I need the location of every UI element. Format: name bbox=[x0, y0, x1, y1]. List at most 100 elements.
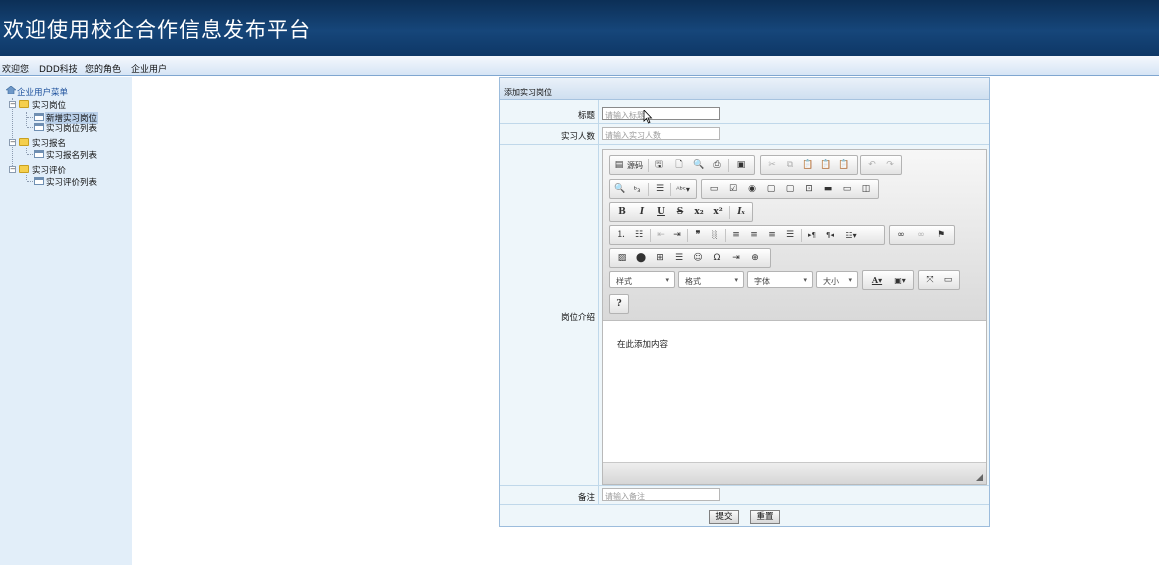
image-button-icon[interactable]: ▭ bbox=[840, 183, 854, 196]
align-left-icon[interactable]: ≡ bbox=[729, 229, 743, 242]
home-icon bbox=[6, 86, 16, 94]
justify-icon[interactable]: ☰ bbox=[783, 229, 797, 242]
anchor-icon[interactable]: ⚑ bbox=[934, 229, 948, 242]
rich-text-editor[interactable]: ▤ 源码 🖫 🗋 🔍 ⎙ ▣ ✂ ⧉ 📋 📋 📋 ↶ ↷ 🔍 ᵇ₃ ☰ ᴬᵇᶜ▾… bbox=[602, 149, 987, 485]
rtl-icon[interactable]: ¶◂ bbox=[823, 229, 837, 242]
remark-label: 备注 bbox=[577, 493, 595, 503]
select-icon[interactable]: ⊡ bbox=[802, 183, 816, 196]
maximize-icon[interactable]: ⤧ bbox=[923, 274, 937, 287]
format-select[interactable]: 格式 ▾ bbox=[678, 271, 744, 288]
templates-icon[interactable]: ▣ bbox=[734, 159, 748, 172]
outdent-icon[interactable]: ⇤ bbox=[654, 229, 668, 242]
find-icon[interactable]: 🔍 bbox=[614, 183, 626, 196]
bold-icon[interactable]: B bbox=[616, 206, 628, 219]
checkbox-icon[interactable]: ☑ bbox=[726, 183, 740, 196]
size-select[interactable]: 大小 ▾ bbox=[816, 271, 858, 288]
smiley-icon[interactable]: ☺ bbox=[691, 252, 705, 265]
remove-format-icon[interactable]: Iₓ bbox=[734, 206, 748, 219]
panel-title: 添加实习岗位 bbox=[504, 88, 552, 97]
button-icon[interactable]: ▬ bbox=[821, 183, 835, 196]
align-right-icon[interactable]: ≡ bbox=[765, 229, 779, 242]
page-break-icon[interactable]: ⇥ bbox=[729, 252, 743, 265]
print-icon[interactable]: ⎙ bbox=[710, 159, 724, 172]
paste-text-icon[interactable]: 📋 bbox=[819, 159, 833, 172]
chevron-down-icon: ▾ bbox=[734, 276, 738, 284]
div-icon[interactable]: ░ bbox=[708, 229, 722, 242]
unlink-icon[interactable]: ∞ bbox=[914, 229, 928, 242]
welcome-text: 欢迎您 bbox=[2, 65, 30, 75]
language-icon[interactable]: ☳▾ bbox=[841, 229, 861, 242]
spellcheck-icon[interactable]: ᴬᵇᶜ▾ bbox=[674, 183, 692, 196]
remark-input[interactable]: 请输入备注 bbox=[602, 488, 720, 501]
editor-toolbar: ▤ 源码 🖫 🗋 🔍 ⎙ ▣ ✂ ⧉ 📋 📋 📋 ↶ ↷ 🔍 ᵇ₃ ☰ ᴬᵇᶜ▾… bbox=[603, 150, 986, 321]
role-value: 企业用户 bbox=[131, 65, 168, 75]
table-icon[interactable]: ⊞ bbox=[653, 252, 667, 265]
select-all-icon[interactable]: ☰ bbox=[654, 183, 666, 196]
source-icon[interactable]: ▤ bbox=[614, 159, 624, 172]
sidebar-item-position-list[interactable]: 实习岗位列表 bbox=[46, 122, 97, 134]
form-icon[interactable]: ▭ bbox=[707, 183, 721, 196]
help-button[interactable]: ? bbox=[613, 298, 625, 311]
textfield-icon[interactable]: ▢ bbox=[764, 183, 778, 196]
toolbar-group-about: ? bbox=[609, 294, 629, 314]
align-center-icon[interactable]: ≡ bbox=[747, 229, 761, 242]
resize-handle-icon[interactable] bbox=[976, 474, 983, 481]
indent-icon[interactable]: ⇥ bbox=[670, 229, 684, 242]
editor-content[interactable]: 在此添加内容 bbox=[617, 338, 668, 350]
sidebar-group-internship-signup[interactable]: 实习报名 bbox=[32, 137, 66, 149]
collapse-icon[interactable]: − bbox=[9, 101, 16, 108]
user-name: DDD科技 bbox=[39, 65, 78, 75]
headcount-label: 实习人数 bbox=[560, 132, 595, 142]
copy-icon[interactable]: ⧉ bbox=[783, 159, 797, 172]
underline-icon[interactable]: U bbox=[655, 206, 667, 219]
link-icon[interactable]: ∞ bbox=[894, 229, 908, 242]
sidebar-group-internship-position[interactable]: 实习岗位 bbox=[32, 99, 66, 111]
radio-icon[interactable]: ◉ bbox=[745, 183, 759, 196]
flash-icon[interactable]: ⬤ bbox=[634, 252, 648, 265]
subscript-icon[interactable]: x₂ bbox=[692, 206, 706, 219]
sidebar-group-internship-evaluation[interactable]: 实习评价 bbox=[32, 164, 66, 176]
textarea-icon[interactable]: ▢ bbox=[783, 183, 797, 196]
cut-icon[interactable]: ✂ bbox=[765, 159, 779, 172]
show-blocks-icon[interactable]: ▭ bbox=[941, 274, 955, 287]
hidden-field-icon[interactable]: ◫ bbox=[859, 183, 873, 196]
horizontal-rule-icon[interactable]: ☰ bbox=[672, 252, 686, 265]
toolbar-group-insert: ▨ ⬤ ⊞ ☰ ☺ Ω ⇥ ⊕ bbox=[609, 248, 771, 268]
special-char-icon[interactable]: Ω bbox=[710, 252, 724, 265]
paste-word-icon[interactable]: 📋 bbox=[837, 159, 851, 172]
collapse-icon[interactable]: − bbox=[9, 166, 16, 173]
sidebar-item-evaluation-list[interactable]: 实习评价列表 bbox=[46, 176, 97, 188]
replace-icon[interactable]: ᵇ₃ bbox=[630, 183, 644, 196]
collapse-icon[interactable]: − bbox=[9, 139, 16, 146]
sidebar-root[interactable]: 企业用户菜单 bbox=[17, 86, 68, 98]
save-icon[interactable]: 🖫 bbox=[652, 159, 666, 172]
submit-button[interactable]: 提交 bbox=[709, 510, 739, 524]
paste-icon[interactable]: 📋 bbox=[801, 159, 815, 172]
ltr-icon[interactable]: ▸¶ bbox=[805, 229, 819, 242]
undo-icon[interactable]: ↶ bbox=[865, 159, 879, 172]
preview-icon[interactable]: 🔍 bbox=[692, 159, 706, 172]
italic-icon[interactable]: I bbox=[636, 206, 648, 219]
redo-icon[interactable]: ↷ bbox=[883, 159, 897, 172]
bg-color-icon[interactable]: ▣▾ bbox=[890, 274, 910, 287]
font-select[interactable]: 字体 ▾ bbox=[747, 271, 813, 288]
superscript-icon[interactable]: x² bbox=[711, 206, 725, 219]
add-position-form: 添加实习岗位 标题 请输入标题 实习人数 请输入实习人数 岗位介绍 ▤ 源码 🖫… bbox=[499, 77, 990, 527]
blockquote-icon[interactable]: ❞ bbox=[691, 229, 705, 242]
page-header: 欢迎使用校企合作信息发布平台 bbox=[0, 0, 1159, 56]
new-page-icon[interactable]: 🗋 bbox=[672, 159, 686, 172]
reset-button[interactable]: 重置 bbox=[750, 510, 780, 524]
folder-icon bbox=[19, 100, 29, 108]
role-label: 您的角色 bbox=[85, 65, 122, 75]
bulleted-list-icon[interactable]: ☷ bbox=[632, 229, 646, 242]
iframe-icon[interactable]: ⊕ bbox=[748, 252, 762, 265]
sidebar-item-signup-list[interactable]: 实习报名列表 bbox=[46, 149, 97, 161]
title-input[interactable]: 请输入标题 bbox=[602, 107, 720, 120]
numbered-list-icon[interactable]: ⒈ bbox=[614, 229, 628, 242]
image-icon[interactable]: ▨ bbox=[615, 252, 629, 265]
headcount-input[interactable]: 请输入实习人数 bbox=[602, 127, 720, 140]
text-color-icon[interactable]: A▾ bbox=[867, 274, 887, 287]
strike-icon[interactable]: S bbox=[674, 206, 686, 219]
source-button[interactable]: 源码 bbox=[625, 159, 645, 172]
style-select[interactable]: 样式 ▾ bbox=[609, 271, 675, 288]
